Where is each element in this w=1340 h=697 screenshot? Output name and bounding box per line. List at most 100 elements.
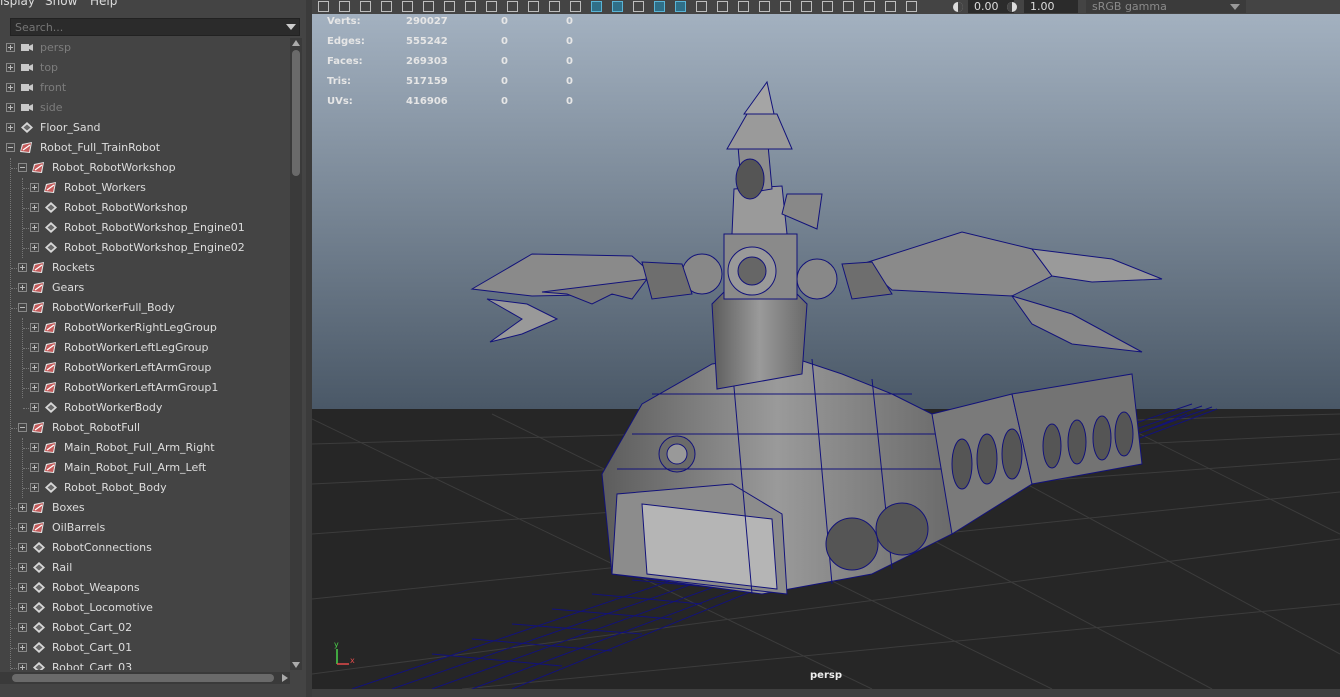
scroll-down-icon[interactable] <box>292 662 300 668</box>
expand-toggle-icon[interactable] <box>18 663 27 670</box>
outliner-item[interactable]: RobotWorkerLeftLegGroup <box>0 338 290 358</box>
collapse-toggle-icon[interactable] <box>18 303 27 312</box>
expand-toggle-icon[interactable] <box>30 403 39 412</box>
outliner-item[interactable]: Robot_Locomotive <box>0 598 290 618</box>
outliner-item[interactable]: RobotWorkerLeftArmGroup <box>0 358 290 378</box>
color-space-dropdown[interactable]: sRGB gamma <box>1086 0 1246 13</box>
expand-toggle-icon[interactable] <box>30 223 39 232</box>
default-material-icon[interactable] <box>885 1 896 12</box>
outliner-item[interactable]: Robot_RobotFull <box>0 418 290 438</box>
search-field[interactable] <box>10 18 300 36</box>
expand-toggle-icon[interactable] <box>30 323 39 332</box>
expand-toggle-icon[interactable] <box>6 123 15 132</box>
expand-toggle-icon[interactable] <box>18 643 27 652</box>
expand-toggle-icon[interactable] <box>30 363 39 372</box>
scroll-up-icon[interactable] <box>292 40 300 46</box>
film-gate-icon[interactable] <box>444 1 455 12</box>
menu-help[interactable]: Help <box>90 0 117 8</box>
exposure-toggle-icon[interactable] <box>906 1 917 12</box>
exposure-icon[interactable] <box>952 1 964 13</box>
expand-toggle-icon[interactable] <box>30 243 39 252</box>
expand-toggle-icon[interactable] <box>30 463 39 472</box>
image-plane-icon[interactable] <box>402 1 413 12</box>
outliner-item[interactable]: Robot_RobotWorkshop <box>0 158 290 178</box>
outliner-item[interactable]: Rockets <box>0 258 290 278</box>
scrollbar-thumb[interactable] <box>12 674 274 682</box>
expand-toggle-icon[interactable] <box>18 583 27 592</box>
expand-toggle-icon[interactable] <box>30 443 39 452</box>
outliner-item[interactable]: front <box>0 78 290 98</box>
expand-toggle-icon[interactable] <box>18 523 27 532</box>
outliner-item[interactable]: persp <box>0 38 290 58</box>
outliner-vertical-scrollbar[interactable] <box>290 38 302 670</box>
smooth-shade-icon[interactable] <box>591 1 602 12</box>
search-input[interactable] <box>13 19 279 35</box>
bookmark-icon[interactable] <box>381 1 392 12</box>
scrollbar-thumb[interactable] <box>292 50 300 176</box>
outliner-item[interactable]: Main_Robot_Full_Arm_Right <box>0 438 290 458</box>
xray-joints-icon[interactable] <box>801 1 812 12</box>
outliner-item[interactable]: RobotWorkerRightLegGroup <box>0 318 290 338</box>
outliner-item[interactable]: Rail <box>0 558 290 578</box>
outliner-item[interactable]: Robot_Cart_03 <box>0 658 290 670</box>
safe-title-icon[interactable] <box>549 1 560 12</box>
grid-icon[interactable] <box>423 1 434 12</box>
expand-toggle-icon[interactable] <box>30 343 39 352</box>
3d-viewport[interactable]: y x Verts: 290027 0 0 Edges: 555242 0 0 Faces: 26… <box>312 14 1340 689</box>
expand-toggle-icon[interactable] <box>18 563 27 572</box>
outliner-item[interactable]: RobotWorkerFull_Body <box>0 298 290 318</box>
expand-toggle-icon[interactable] <box>30 383 39 392</box>
expand-toggle-icon[interactable] <box>18 263 27 272</box>
field-chart-icon[interactable] <box>507 1 518 12</box>
outliner-item[interactable]: Robot_Workers <box>0 178 290 198</box>
outliner-item[interactable]: Robot_Full_TrainRobot <box>0 138 290 158</box>
expand-toggle-icon[interactable] <box>6 83 15 92</box>
expand-toggle-icon[interactable] <box>18 503 27 512</box>
ambient-occlusion-icon[interactable] <box>675 1 686 12</box>
outliner-item[interactable]: RobotConnections <box>0 538 290 558</box>
outliner-item[interactable]: Robot_RobotWorkshop <box>0 198 290 218</box>
isolate-select-icon[interactable] <box>759 1 770 12</box>
outliner-item[interactable]: Robot_RobotWorkshop_Engine02 <box>0 238 290 258</box>
outliner-item[interactable]: Floor_Sand <box>0 118 290 138</box>
depth-of-field-icon[interactable] <box>738 1 749 12</box>
collapse-toggle-icon[interactable] <box>18 423 27 432</box>
wireframe-icon[interactable] <box>570 1 581 12</box>
outliner-item[interactable]: RobotWorkerBody <box>0 398 290 418</box>
xray-icon[interactable] <box>780 1 791 12</box>
outliner-item[interactable]: Robot_RobotWorkshop_Engine01 <box>0 218 290 238</box>
scroll-right-icon[interactable] <box>282 674 288 682</box>
outliner-item[interactable]: top <box>0 58 290 78</box>
texture-icon[interactable] <box>612 1 623 12</box>
frame-all-icon[interactable] <box>843 1 854 12</box>
expand-toggle-icon[interactable] <box>18 543 27 552</box>
outliner-horizontal-scrollbar[interactable] <box>0 672 290 684</box>
shadow-icon[interactable] <box>654 1 665 12</box>
expand-toggle-icon[interactable] <box>18 283 27 292</box>
expand-toggle-icon[interactable] <box>6 103 15 112</box>
expand-toggle-icon[interactable] <box>30 183 39 192</box>
anti-alias-icon[interactable] <box>717 1 728 12</box>
gamma-field[interactable]: 1.00 <box>1024 0 1078 13</box>
collapse-toggle-icon[interactable] <box>6 143 15 152</box>
outliner-item[interactable]: RobotWorkerLeftArmGroup1 <box>0 378 290 398</box>
camera-attributes-icon[interactable] <box>822 1 833 12</box>
search-dropdown-icon[interactable] <box>286 24 296 30</box>
resolution-gate-icon[interactable] <box>465 1 476 12</box>
outliner-item[interactable]: Robot_Cart_01 <box>0 638 290 658</box>
motion-blur-icon[interactable] <box>696 1 707 12</box>
outliner-item[interactable]: OilBarrels <box>0 518 290 538</box>
select-icon[interactable] <box>318 1 329 12</box>
lasso-icon[interactable] <box>339 1 350 12</box>
expand-toggle-icon[interactable] <box>6 43 15 52</box>
expand-toggle-icon[interactable] <box>18 623 27 632</box>
expand-toggle-icon[interactable] <box>30 483 39 492</box>
outliner-item[interactable]: Robot_Robot_Body <box>0 478 290 498</box>
outliner-item[interactable]: Robot_Weapons <box>0 578 290 598</box>
gate-mask-icon[interactable] <box>486 1 497 12</box>
outliner-item[interactable]: side <box>0 98 290 118</box>
outliner-item[interactable]: Robot_Cart_02 <box>0 618 290 638</box>
safe-action-icon[interactable] <box>528 1 539 12</box>
gamma-icon[interactable] <box>1006 1 1018 13</box>
outliner-item[interactable]: Main_Robot_Full_Arm_Left <box>0 458 290 478</box>
